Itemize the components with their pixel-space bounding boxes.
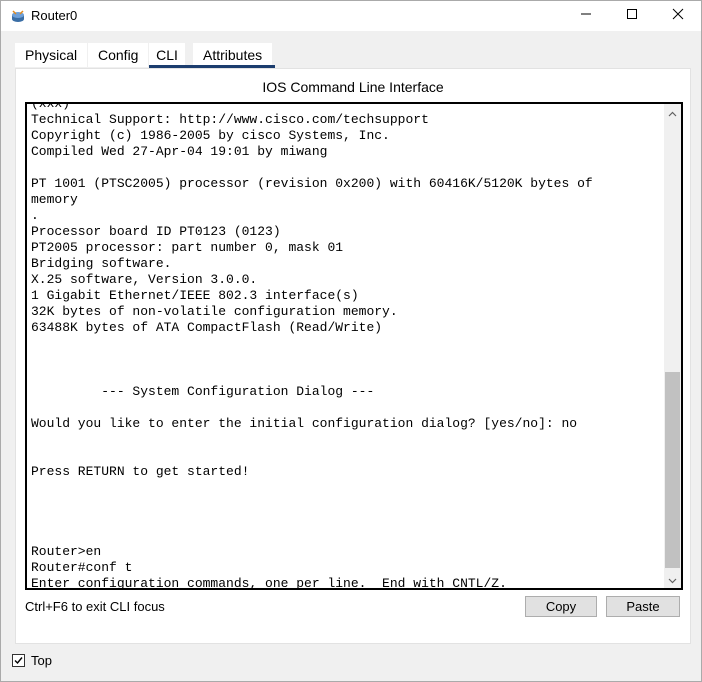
terminal-line: PT 1001 (PTSC2005) processor (revision 0… [31,176,593,191]
terminal-line: Would you like to enter the initial conf… [31,416,578,431]
terminal-line: Router>en [31,544,102,559]
tab-config[interactable]: Config [88,43,149,67]
terminal-line: PT2005 processor: part number 0, mask 01 [31,240,344,255]
terminal-line: Copyright (c) 1986-2005 by cisco Systems… [31,128,390,143]
minimize-icon [580,7,592,25]
title-bar: Router0 [1,1,701,31]
cli-terminal[interactable]: (xxx) Technical Support: http://www.cisco… [25,102,683,590]
terminal-line: Press RETURN to get started! [31,464,250,479]
close-icon [672,7,684,25]
tab-bar: Physical Config CLI Attributes [15,43,675,67]
bottom-bar: Top [1,647,701,681]
minimize-button[interactable] [563,1,609,31]
tab-physical[interactable]: Physical [15,43,88,67]
maximize-button[interactable] [609,1,655,31]
terminal-line: (xxx) [31,102,71,111]
chevron-down-icon [668,571,677,589]
panel-title: IOS Command Line Interface [262,79,444,95]
terminal-line: 32K bytes of non-volatile configuration … [31,304,398,319]
scrollbar-thumb[interactable] [665,372,680,568]
paste-button[interactable]: Paste [606,596,680,617]
top-label: Top [31,653,52,668]
scroll-down-button[interactable] [664,571,681,588]
router-icon [10,8,26,24]
top-checkbox[interactable] [12,654,25,667]
terminal-line: X.25 software, Version 3.0.0. [31,272,258,287]
tab-cli[interactable]: CLI [149,43,185,67]
cli-panel: IOS Command Line Interface (xxx) Technica… [15,68,691,644]
terminal-line: Compiled Wed 27-Apr-04 19:01 by miwang [31,144,328,159]
tab-attributes[interactable]: Attributes [193,43,273,67]
cli-focus-hint: Ctrl+F6 to exit CLI focus [25,599,165,614]
scroll-up-button[interactable] [664,104,681,121]
terminal-line: Technical Support: http://www.cisco.com/… [31,112,429,127]
terminal-line: Router#conf t [31,560,133,575]
window-title: Router0 [31,8,78,23]
terminal-line: 63488K bytes of ATA CompactFlash (Read/W… [31,320,383,335]
terminal-line: Enter configuration commands, one per li… [31,576,507,590]
vertical-scrollbar[interactable] [664,104,681,588]
terminal-line: . [31,208,39,223]
chevron-up-icon [668,104,677,122]
terminal-line: Processor board ID PT0123 (0123) [31,224,281,239]
router-window: Router0 Physical Config CLI Attributes I… [0,0,702,682]
terminal-line: --- System Configuration Dialog --- [31,384,375,399]
terminal-line: Bridging software. [31,256,172,271]
terminal-line: memory [31,192,78,207]
copy-button[interactable]: Copy [525,596,597,617]
terminal-line: 1 Gigabit Ethernet/IEEE 802.3 interface(… [31,288,359,303]
close-button[interactable] [655,1,701,31]
maximize-icon [626,7,638,25]
terminal-output[interactable]: (xxx) Technical Support: http://www.cisco… [31,102,661,590]
